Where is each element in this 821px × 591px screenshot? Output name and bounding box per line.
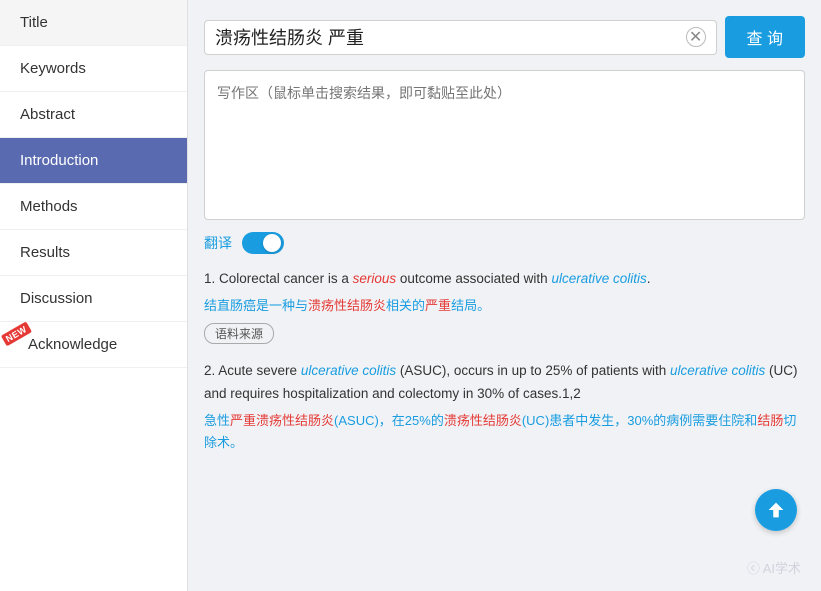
sidebar-item-acknowledge[interactable]: NEW Acknowledge xyxy=(0,322,187,368)
sidebar-label-acknowledge: Acknowledge xyxy=(28,336,117,353)
sidebar-item-discussion[interactable]: Discussion xyxy=(0,276,187,322)
new-badge: NEW xyxy=(1,322,32,347)
result-text-1: 1. Colorectal cancer is a serious outcom… xyxy=(204,268,805,291)
result1-number: 1. xyxy=(204,271,219,286)
result1-zh-keyword1: 溃疡性结肠炎 xyxy=(308,298,386,313)
writing-area[interactable] xyxy=(204,70,805,220)
result2-en-before: Acute severe xyxy=(218,363,301,378)
result1-en-before: Colorectal cancer is a xyxy=(219,271,353,286)
sidebar-label-methods: Methods xyxy=(20,198,78,215)
sidebar: Title Keywords Abstract Introduction Met… xyxy=(0,0,188,591)
search-input-wrapper: ✕ xyxy=(204,20,717,55)
sidebar-label-discussion: Discussion xyxy=(20,290,93,307)
main-content: ✕ 查 询 翻译 1. Colorectal cancer is a serio… xyxy=(188,0,821,591)
result2-zh-keyword3: 结肠 xyxy=(757,413,783,428)
result2-keyword-uc2: ulcerative colitis xyxy=(670,363,765,378)
search-button[interactable]: 查 询 xyxy=(725,16,805,58)
source-tag-1[interactable]: 语料来源 xyxy=(204,323,274,344)
translate-label: 翻译 xyxy=(204,233,232,253)
sidebar-item-results[interactable]: Results xyxy=(0,230,187,276)
clear-button[interactable]: ✕ xyxy=(686,27,706,47)
sidebar-label-title: Title xyxy=(20,14,48,31)
translate-toggle[interactable] xyxy=(242,232,284,254)
result2-keyword-uc1: ulcerative colitis xyxy=(301,363,396,378)
arrow-up-icon xyxy=(765,499,787,521)
toggle-knob xyxy=(263,234,281,252)
result1-en-middle: outcome associated with xyxy=(396,271,551,286)
result1-zh: 结直肠癌是一种与溃疡性结肠炎相关的严重结局。 xyxy=(204,295,805,317)
result2-zh: 急性严重溃疡性结肠炎(ASUC)，在25%的溃疡性结肠炎(UC)患者中发生，30… xyxy=(204,410,805,454)
scroll-to-top-button[interactable] xyxy=(755,489,797,531)
sidebar-item-keywords[interactable]: Keywords xyxy=(0,46,187,92)
result2-zh-keyword1: 严重溃疡性结肠炎 xyxy=(230,413,334,428)
search-input[interactable] xyxy=(215,27,680,48)
result1-keyword-uc: ulcerative colitis xyxy=(551,271,646,286)
result1-en-period: . xyxy=(647,271,651,286)
result-item-1: 1. Colorectal cancer is a serious outcom… xyxy=(204,268,805,344)
result1-zh-keyword2: 严重 xyxy=(425,298,451,313)
sidebar-label-keywords: Keywords xyxy=(20,60,86,77)
sidebar-label-introduction: Introduction xyxy=(20,152,98,169)
sidebar-item-abstract[interactable]: Abstract xyxy=(0,92,187,138)
sidebar-label-results: Results xyxy=(20,244,70,261)
sidebar-label-abstract: Abstract xyxy=(20,106,75,123)
sidebar-item-methods[interactable]: Methods xyxy=(0,184,187,230)
sidebar-item-introduction[interactable]: Introduction xyxy=(0,138,187,184)
translate-row: 翻译 xyxy=(204,232,805,254)
sidebar-item-title[interactable]: Title xyxy=(0,0,187,46)
result2-zh-keyword2: 溃疡性结肠炎 xyxy=(444,413,522,428)
result1-keyword-serious: serious xyxy=(353,271,397,286)
results-list: 1. Colorectal cancer is a serious outcom… xyxy=(204,268,805,460)
result2-number: 2. xyxy=(204,363,218,378)
search-bar: ✕ 查 询 xyxy=(204,16,805,58)
result-item-2: 2. Acute severe ulcerative colitis (ASUC… xyxy=(204,360,805,460)
result-text-2: 2. Acute severe ulcerative colitis (ASUC… xyxy=(204,360,805,406)
result2-en-mid: (ASUC), occurs in up to 25% of patients … xyxy=(396,363,670,378)
